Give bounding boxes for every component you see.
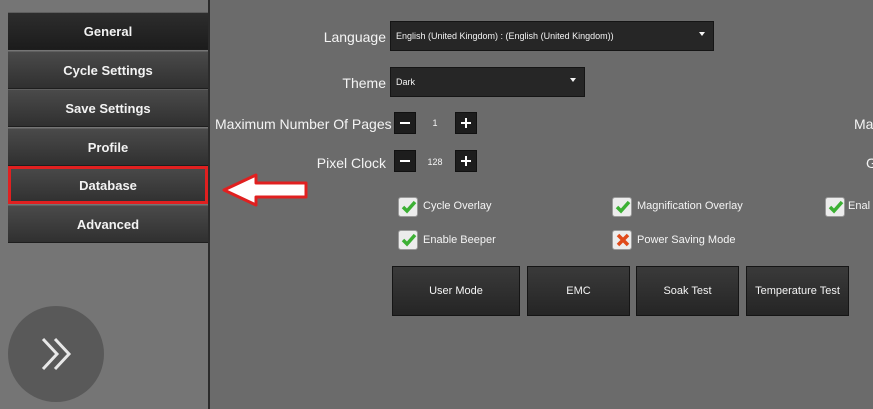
pixel-clock-value: 128 bbox=[427, 157, 443, 167]
user-mode-button-label: User Mode bbox=[429, 285, 483, 297]
user-mode-button[interactable]: User Mode bbox=[392, 266, 520, 316]
power-saving-mode-checkbox[interactable] bbox=[612, 230, 632, 250]
sidebar-item-label: Database bbox=[79, 177, 137, 193]
language-value: English (United Kingdom) : (English (Uni… bbox=[396, 31, 614, 41]
language-label: Language bbox=[323, 29, 386, 45]
enable-beeper-checkbox[interactable] bbox=[398, 230, 418, 250]
max-pages-decrement-button[interactable] bbox=[394, 112, 416, 134]
magnification-overlay-label: Magnification Overlay bbox=[637, 200, 743, 212]
soak-test-button-label: Soak Test bbox=[663, 285, 712, 297]
theme-dropdown[interactable]: Dark bbox=[390, 67, 585, 97]
sidebar-item-advanced[interactable]: Advanced bbox=[8, 205, 208, 243]
sidebar-item-cycle-settings[interactable]: Cycle Settings bbox=[8, 51, 208, 89]
magnification-overlay-checkbox[interactable] bbox=[612, 197, 632, 217]
soak-test-button[interactable]: Soak Test bbox=[636, 266, 739, 316]
expand-sidebar-button[interactable] bbox=[8, 306, 104, 402]
emc-button-label: EMC bbox=[566, 285, 591, 297]
emc-button[interactable]: EMC bbox=[527, 266, 630, 316]
pixel-clock-increment-button[interactable] bbox=[455, 150, 477, 172]
power-saving-mode-label: Power Saving Mode bbox=[637, 234, 736, 246]
sidebar-item-save-settings[interactable]: Save Settings bbox=[8, 89, 208, 127]
pixel-clock-label: Pixel Clock bbox=[316, 155, 386, 171]
clipped-setting-label: Ma bbox=[854, 116, 873, 132]
general-settings-panel: Language English (United Kingdom) : (Eng… bbox=[212, 0, 873, 409]
chevron-down-icon bbox=[699, 32, 705, 36]
settings-sidebar: General Cycle Settings Save Settings Pro… bbox=[0, 0, 210, 409]
enable-clipped-checkbox[interactable] bbox=[825, 197, 845, 217]
enable-beeper-label: Enable Beeper bbox=[423, 234, 496, 246]
sidebar-item-label: Advanced bbox=[76, 216, 140, 232]
minus-icon bbox=[400, 160, 410, 162]
checkmark-icon bbox=[828, 200, 844, 214]
checkmark-icon bbox=[401, 200, 417, 214]
pixel-clock-decrement-button[interactable] bbox=[394, 150, 416, 172]
sidebar-item-label: Save Settings bbox=[65, 100, 151, 116]
sidebar-item-label: General bbox=[83, 23, 133, 39]
checkmark-icon bbox=[401, 233, 417, 247]
enable-clipped-label: Enal bbox=[848, 200, 871, 212]
sidebar-item-general[interactable]: General bbox=[8, 12, 208, 50]
language-dropdown[interactable]: English (United Kingdom) : (English (Uni… bbox=[390, 21, 714, 51]
cross-icon bbox=[616, 233, 630, 247]
max-pages-value: 1 bbox=[432, 118, 438, 128]
sidebar-item-label: Profile bbox=[87, 139, 129, 155]
plus-icon bbox=[461, 156, 471, 166]
cycle-overlay-checkbox[interactable] bbox=[398, 197, 418, 217]
chevron-down-icon bbox=[570, 78, 576, 82]
temperature-test-button[interactable]: Temperature Test bbox=[746, 266, 849, 316]
theme-value: Dark bbox=[396, 77, 416, 87]
sidebar-item-profile[interactable]: Profile bbox=[8, 128, 208, 166]
minus-icon bbox=[400, 122, 410, 124]
plus-icon bbox=[461, 118, 471, 128]
clipped-setting-label: G bbox=[866, 155, 873, 171]
max-pages-increment-button[interactable] bbox=[455, 112, 477, 134]
double-chevron-right-icon bbox=[41, 337, 72, 371]
theme-label: Theme bbox=[342, 75, 386, 91]
temperature-test-button-label: Temperature Test bbox=[755, 285, 840, 297]
sidebar-item-label: Cycle Settings bbox=[63, 62, 153, 78]
max-pages-label: Maximum Number Of Pages bbox=[215, 116, 392, 132]
cycle-overlay-label: Cycle Overlay bbox=[423, 200, 492, 212]
checkmark-icon bbox=[615, 200, 631, 214]
sidebar-item-database[interactable]: Database bbox=[8, 166, 208, 204]
